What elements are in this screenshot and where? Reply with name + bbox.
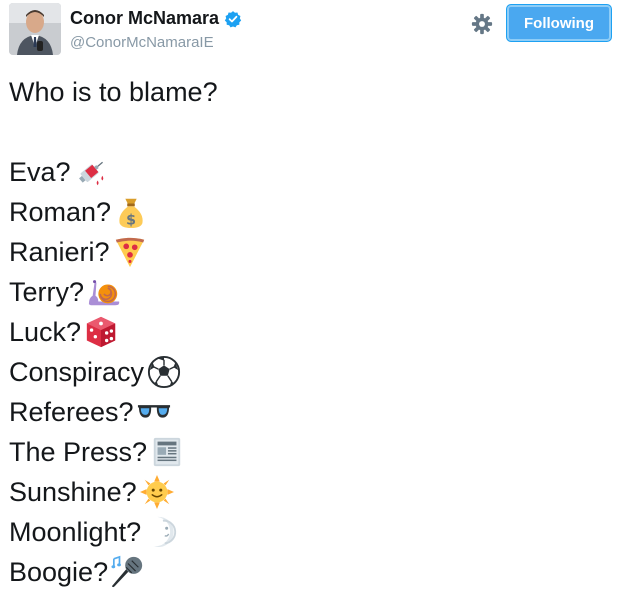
tweet-line-text: Moonlight? [9, 517, 142, 547]
author-name-row: Conor McNamara [70, 8, 242, 29]
crescent-moon-icon [144, 515, 178, 549]
tweet-line-text: Boogie? [9, 557, 109, 587]
tweet-line-text: Sunshine? [9, 477, 137, 507]
tweet-line-text: Terry? [9, 277, 85, 307]
glasses-icon [137, 395, 171, 429]
tweet-line: Sunshine? [9, 472, 218, 512]
following-button[interactable]: Following [506, 4, 612, 42]
pizza-icon [113, 235, 147, 269]
tweet-line-text: Ranieri? [9, 237, 110, 267]
tweet-line: Eva? [9, 152, 218, 192]
svg-text:$: $ [126, 212, 136, 228]
gear-icon[interactable] [471, 13, 493, 35]
dice-icon [84, 315, 118, 349]
verified-badge-icon [224, 10, 242, 27]
newspaper-icon [150, 435, 184, 469]
tweet-line-text: The Press? [9, 437, 148, 467]
tweet-line-text: Referees? [9, 397, 134, 427]
tweet-line: Ranieri? [9, 232, 218, 272]
microphone-icon [111, 555, 145, 589]
tweet-line: Moonlight? [9, 512, 218, 552]
tweet-line: The Press? [9, 432, 218, 472]
tweet-line: Referees? [9, 392, 218, 432]
money-bag-icon: $ [114, 195, 148, 229]
snail-icon [87, 275, 121, 309]
tweet-line: Luck? [9, 312, 218, 352]
tweet-line: Conspiracy [9, 352, 218, 392]
sun-face-icon [139, 475, 174, 509]
avatar[interactable] [9, 3, 61, 55]
tweet-body: Who is to blame? Eva? Roman? $ Ranieri? … [9, 72, 218, 592]
tweet-line-text: Conspiracy [9, 357, 145, 387]
tweet-line: Boogie? [9, 552, 218, 592]
tweet-line-text: Roman? [9, 197, 112, 227]
author-name[interactable]: Conor McNamara [70, 8, 219, 29]
soccer-ball-icon [147, 355, 181, 389]
tweet-line-text: Eva? [9, 157, 71, 187]
author-handle[interactable]: @ConorMcNamaraIE [70, 34, 214, 51]
tweet-line: Terry? [9, 272, 218, 312]
tweet-headline: Who is to blame? [9, 77, 218, 107]
syringe-icon [74, 155, 108, 189]
tweet-header: Conor McNamara @ConorMcNamaraIE Followin… [0, 0, 624, 60]
tweet-line: Roman? $ [9, 192, 218, 232]
tweet-line-text: Luck? [9, 317, 82, 347]
